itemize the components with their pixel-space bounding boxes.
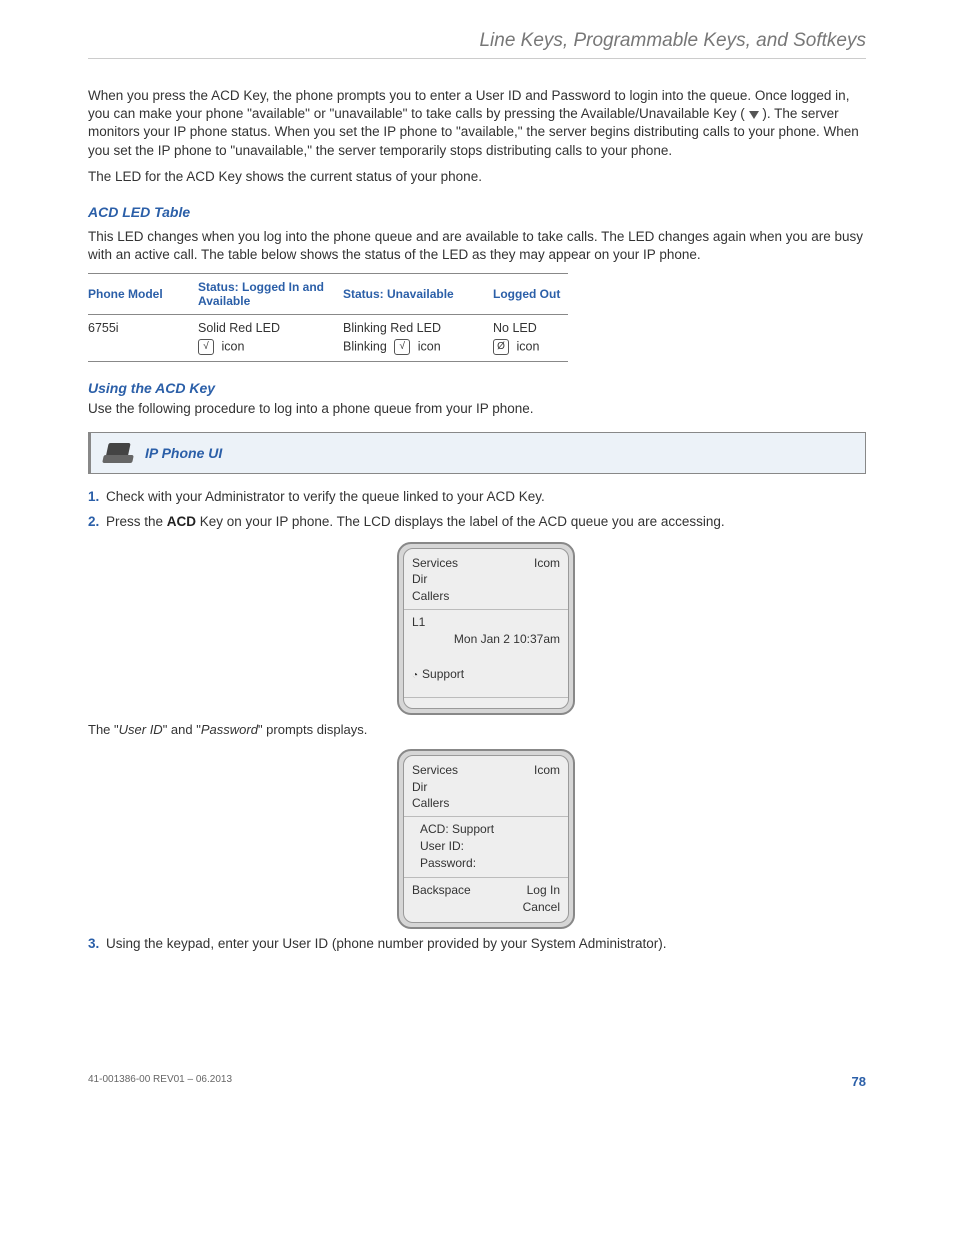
- lcd1-services: Services: [412, 555, 458, 572]
- cell-available-2: icon: [221, 339, 244, 353]
- steps-list: Check with your Administrator to verify …: [88, 488, 866, 954]
- phone-icon: [103, 441, 133, 465]
- cap-c: " and ": [163, 722, 201, 737]
- acd-led-table: Phone Model Status: Logged In and Availa…: [88, 273, 568, 362]
- lcd2-login: Log In: [527, 882, 560, 899]
- cell-unavailable-2: icon: [418, 339, 441, 353]
- step-2: Press the ACD Key on your IP phone. The …: [88, 513, 866, 929]
- cell-unavailable-1: Blinking Red LED: [343, 321, 483, 335]
- lcd-screen-2: Services Icom Dir Callers ACD: Support U…: [397, 749, 575, 929]
- check-icon: √: [198, 339, 214, 355]
- cell-available: Solid Red LED √ icon: [198, 314, 343, 361]
- page-header: Line Keys, Programmable Keys, and Softke…: [88, 30, 866, 59]
- lcd2-uid: User ID:: [412, 838, 560, 855]
- cap-d: Password: [201, 722, 258, 737]
- lcd-screen-1: Services Icom Dir Callers L1 Mon Jan 2 1…: [397, 542, 575, 715]
- intro-paragraph-1: When you press the ACD Key, the phone pr…: [88, 87, 866, 160]
- lcd2-services: Services: [412, 762, 458, 779]
- acd-led-desc: This LED changes when you log into the p…: [88, 228, 866, 264]
- cap-e: " prompts displays.: [258, 722, 367, 737]
- step-3: Using the keypad, enter your User ID (ph…: [88, 935, 866, 954]
- lcd1-dir: Dir: [412, 571, 560, 588]
- ip-phone-ui-label: IP Phone UI: [145, 445, 222, 461]
- cell-loggedout-1: No LED: [493, 321, 568, 335]
- down-arrow-icon: [749, 111, 759, 119]
- ip-phone-ui-box: IP Phone UI: [88, 432, 866, 474]
- th-loggedout: Logged Out: [493, 273, 568, 314]
- lcd2-dir: Dir: [412, 779, 560, 796]
- cap-a: The ": [88, 722, 119, 737]
- cell-available-1: Solid Red LED: [198, 321, 333, 335]
- cell-model: 6755i: [88, 314, 198, 361]
- step-1: Check with your Administrator to verify …: [88, 488, 866, 507]
- lcd1-support: Support: [412, 666, 560, 683]
- lcd2-cancel: Cancel: [412, 899, 560, 916]
- step-2c: Key on your IP phone. The LCD displays t…: [196, 514, 725, 529]
- intro-paragraph-2: The LED for the ACD Key shows the curren…: [88, 168, 866, 186]
- table-row: 6755i Solid Red LED √ icon Blinking Red …: [88, 314, 568, 361]
- using-heading: Using the ACD Key: [88, 380, 866, 396]
- lcd1-support-text: Support: [422, 667, 464, 681]
- using-desc: Use the following procedure to log into …: [88, 400, 866, 418]
- slash-icon: Ø: [493, 339, 509, 355]
- th-unavailable: Status: Unavailable: [343, 273, 493, 314]
- lcd2-callers: Callers: [412, 795, 560, 812]
- cap-b: User ID: [119, 722, 163, 737]
- footer-page: 78: [852, 1074, 866, 1089]
- th-model: Phone Model: [88, 273, 198, 314]
- lcd1-line: L1: [412, 614, 560, 631]
- lcd2-icom: Icom: [534, 762, 560, 779]
- lcd1-callers: Callers: [412, 588, 560, 605]
- footer-rev: 41-001386-00 REV01 – 06.2013: [88, 1074, 232, 1089]
- acd-led-heading: ACD LED Table: [88, 204, 866, 220]
- step-2b: ACD: [167, 514, 196, 529]
- th-available: Status: Logged In and Available: [198, 273, 343, 314]
- lcd2-backspace: Backspace: [412, 882, 471, 899]
- lcd1-time: Mon Jan 2 10:37am: [412, 631, 560, 648]
- cell-unavailable: Blinking Red LED Blinking √ icon: [343, 314, 493, 361]
- cell-loggedout: No LED Ø icon: [493, 314, 568, 361]
- cell-unavailable-pre: Blinking: [343, 339, 387, 353]
- lcd2-pwd: Password:: [412, 855, 560, 872]
- step-2a: Press the: [106, 514, 167, 529]
- lcd1-icom: Icom: [534, 555, 560, 572]
- prompts-caption: The "User ID" and "Password" prompts dis…: [88, 721, 866, 739]
- page-footer: 41-001386-00 REV01 – 06.2013 78: [88, 1074, 866, 1089]
- cell-loggedout-2: icon: [516, 339, 539, 353]
- intro-p1a: When you press the ACD Key, the phone pr…: [88, 88, 849, 121]
- lcd2-acd: ACD: Support: [412, 821, 560, 838]
- check-icon: √: [394, 339, 410, 355]
